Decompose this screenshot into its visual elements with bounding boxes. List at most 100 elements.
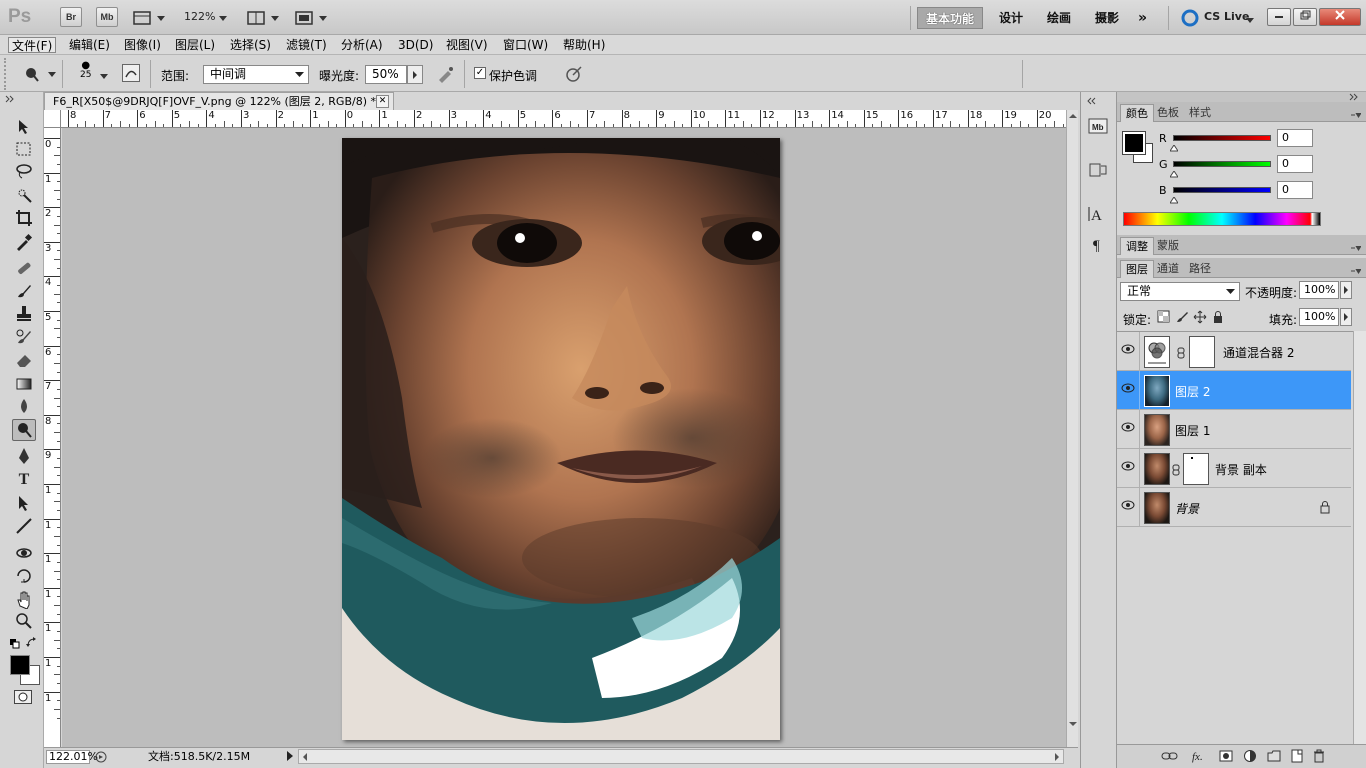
gradient-tool-icon[interactable] — [12, 374, 36, 396]
layers-panel-menu-icon[interactable] — [1351, 264, 1362, 278]
lock-transparent-icon[interactable] — [1157, 310, 1171, 327]
tab-adjustments[interactable]: 调整 — [1120, 237, 1154, 255]
visibility-eye-icon[interactable] — [1121, 461, 1135, 473]
zoom-status-field[interactable]: 122.01% — [46, 750, 98, 764]
menu-help[interactable]: 帮助(H) — [560, 37, 608, 53]
mini-bridge-button[interactable]: Mb — [96, 7, 118, 27]
menu-image[interactable]: 图像(I) — [121, 37, 164, 53]
channel-g-input[interactable]: 0 — [1277, 155, 1313, 173]
brush-dropdown-icon[interactable] — [100, 69, 108, 83]
close-window-button[interactable] — [1319, 8, 1361, 26]
channel-b-handle-icon[interactable] — [1169, 193, 1179, 207]
lock-pixels-icon[interactable] — [1175, 310, 1189, 327]
pen-tool-icon[interactable] — [12, 446, 36, 468]
document-image[interactable] — [342, 138, 780, 740]
tab-paths[interactable]: 路径 — [1184, 260, 1216, 278]
crop-tool-icon[interactable] — [12, 208, 36, 230]
protect-tones-checkbox[interactable]: ✓ — [474, 67, 486, 79]
airbrush-icon[interactable] — [436, 64, 456, 87]
layer-row-background[interactable]: 背景 — [1117, 488, 1351, 527]
3d-orbit-tool-icon[interactable] — [12, 566, 36, 588]
status-arrow-icon[interactable] — [285, 750, 295, 765]
lock-position-icon[interactable] — [1193, 310, 1207, 327]
tab-masks[interactable]: 蒙版 — [1152, 237, 1184, 255]
channel-b-input[interactable]: 0 — [1277, 181, 1313, 199]
swap-colors-icon[interactable] — [26, 637, 38, 652]
eraser-tool-icon[interactable] — [12, 350, 36, 372]
layers-scrollbar[interactable] — [1353, 331, 1366, 745]
burn-tool-preset-icon[interactable] — [22, 65, 56, 86]
fill-slider-toggle[interactable] — [1340, 308, 1352, 326]
tab-styles[interactable]: 样式 — [1184, 104, 1216, 122]
menu-edit[interactable]: 编辑(E) — [66, 37, 113, 53]
cs-live-dropdown-icon[interactable] — [1246, 13, 1254, 27]
menu-file[interactable]: 文件(F) — [8, 37, 57, 53]
tab-swatches[interactable]: 色板 — [1152, 104, 1184, 122]
layer-link-icon[interactable] — [1177, 347, 1185, 362]
channel-r-handle-icon[interactable] — [1169, 141, 1179, 155]
ruler-origin[interactable] — [44, 110, 61, 128]
blur-tool-icon[interactable] — [12, 396, 36, 418]
burn-tool-icon[interactable] — [12, 419, 36, 441]
line-tool-icon[interactable] — [12, 516, 36, 538]
new-group-icon[interactable] — [1267, 750, 1281, 765]
brush-tool-icon[interactable] — [12, 281, 36, 303]
move-tool-icon[interactable] — [12, 117, 36, 139]
channel-r-input[interactable]: 0 — [1277, 129, 1313, 147]
healing-brush-tool-icon[interactable] — [12, 258, 36, 280]
workspace-painting[interactable]: 绘画 — [1039, 7, 1079, 29]
tab-channels[interactable]: 通道 — [1152, 260, 1184, 278]
tablet-pressure-icon[interactable] — [564, 64, 584, 87]
exposure-slider-toggle[interactable] — [407, 65, 423, 84]
arrange-documents-button[interactable] — [246, 9, 282, 27]
color-panel-menu-icon[interactable] — [1351, 108, 1362, 122]
workspace-design[interactable]: 设计 — [991, 7, 1031, 29]
brush-size-picker[interactable]: ● 25 — [80, 61, 91, 81]
channel-b-slider[interactable] — [1173, 187, 1271, 193]
menu-select[interactable]: 选择(S) — [227, 37, 274, 53]
blend-mode-select[interactable]: 正常 — [1120, 282, 1240, 301]
tab-layers[interactable]: 图层 — [1120, 260, 1154, 278]
menu-analysis[interactable]: 分析(A) — [338, 37, 386, 53]
history-brush-tool-icon[interactable] — [12, 327, 36, 349]
channel-g-slider[interactable] — [1173, 161, 1271, 167]
status-menu-icon[interactable] — [94, 750, 108, 767]
screen-mode-button[interactable] — [294, 9, 330, 27]
lasso-tool-icon[interactable] — [12, 161, 36, 183]
vertical-scrollbar[interactable] — [1066, 110, 1078, 748]
exposure-input[interactable]: 50% — [365, 65, 407, 84]
lock-all-icon[interactable] — [1211, 310, 1225, 327]
more-workspaces-button[interactable]: » — [1130, 7, 1155, 29]
bridge-button[interactable]: Br — [60, 7, 82, 27]
layer-link-icon[interactable] — [1172, 464, 1180, 479]
workspace-photography[interactable]: 摄影 — [1087, 7, 1127, 29]
workspace-essentials[interactable]: 基本功能 — [917, 7, 984, 29]
view-extras-button[interactable] — [132, 9, 168, 27]
layer-row-layer-1[interactable]: 图层 1 — [1117, 410, 1351, 449]
menu-window[interactable]: 窗口(W) — [500, 37, 551, 53]
color-panel-foreground-swatch[interactable] — [1122, 131, 1146, 155]
type-tool-icon[interactable]: T — [12, 469, 36, 491]
channel-g-handle-icon[interactable] — [1169, 167, 1179, 181]
channel-r-slider[interactable] — [1173, 135, 1271, 141]
foreground-color-swatch[interactable] — [10, 655, 30, 675]
horizontal-scrollbar[interactable] — [298, 749, 1064, 764]
layer-row-background-copy[interactable]: 背景 副本 — [1117, 449, 1351, 488]
add-mask-icon[interactable] — [1219, 750, 1233, 765]
restore-button[interactable] — [1293, 8, 1317, 26]
cs-live-label[interactable]: CS Live — [1204, 10, 1249, 23]
tab-color[interactable]: 颜色 — [1120, 104, 1154, 122]
new-adjustment-layer-icon[interactable] — [1243, 749, 1257, 766]
visibility-eye-icon[interactable] — [1121, 383, 1135, 395]
layer-row-layer-2[interactable]: 图层 2 — [1117, 371, 1351, 410]
brush-panel-toggle-icon[interactable] — [122, 64, 140, 82]
visibility-eye-icon[interactable] — [1121, 500, 1135, 512]
zoom-dropdown-icon[interactable] — [218, 12, 228, 26]
layer-style-icon[interactable]: fx. — [1191, 749, 1209, 767]
path-selection-tool-icon[interactable] — [12, 493, 36, 515]
delete-layer-icon[interactable] — [1313, 749, 1325, 766]
menu-view[interactable]: 视图(V) — [443, 37, 491, 53]
cs-live-icon[interactable] — [1181, 9, 1201, 30]
3d-rotate-tool-icon[interactable] — [12, 543, 36, 565]
link-layers-icon[interactable] — [1161, 750, 1179, 765]
